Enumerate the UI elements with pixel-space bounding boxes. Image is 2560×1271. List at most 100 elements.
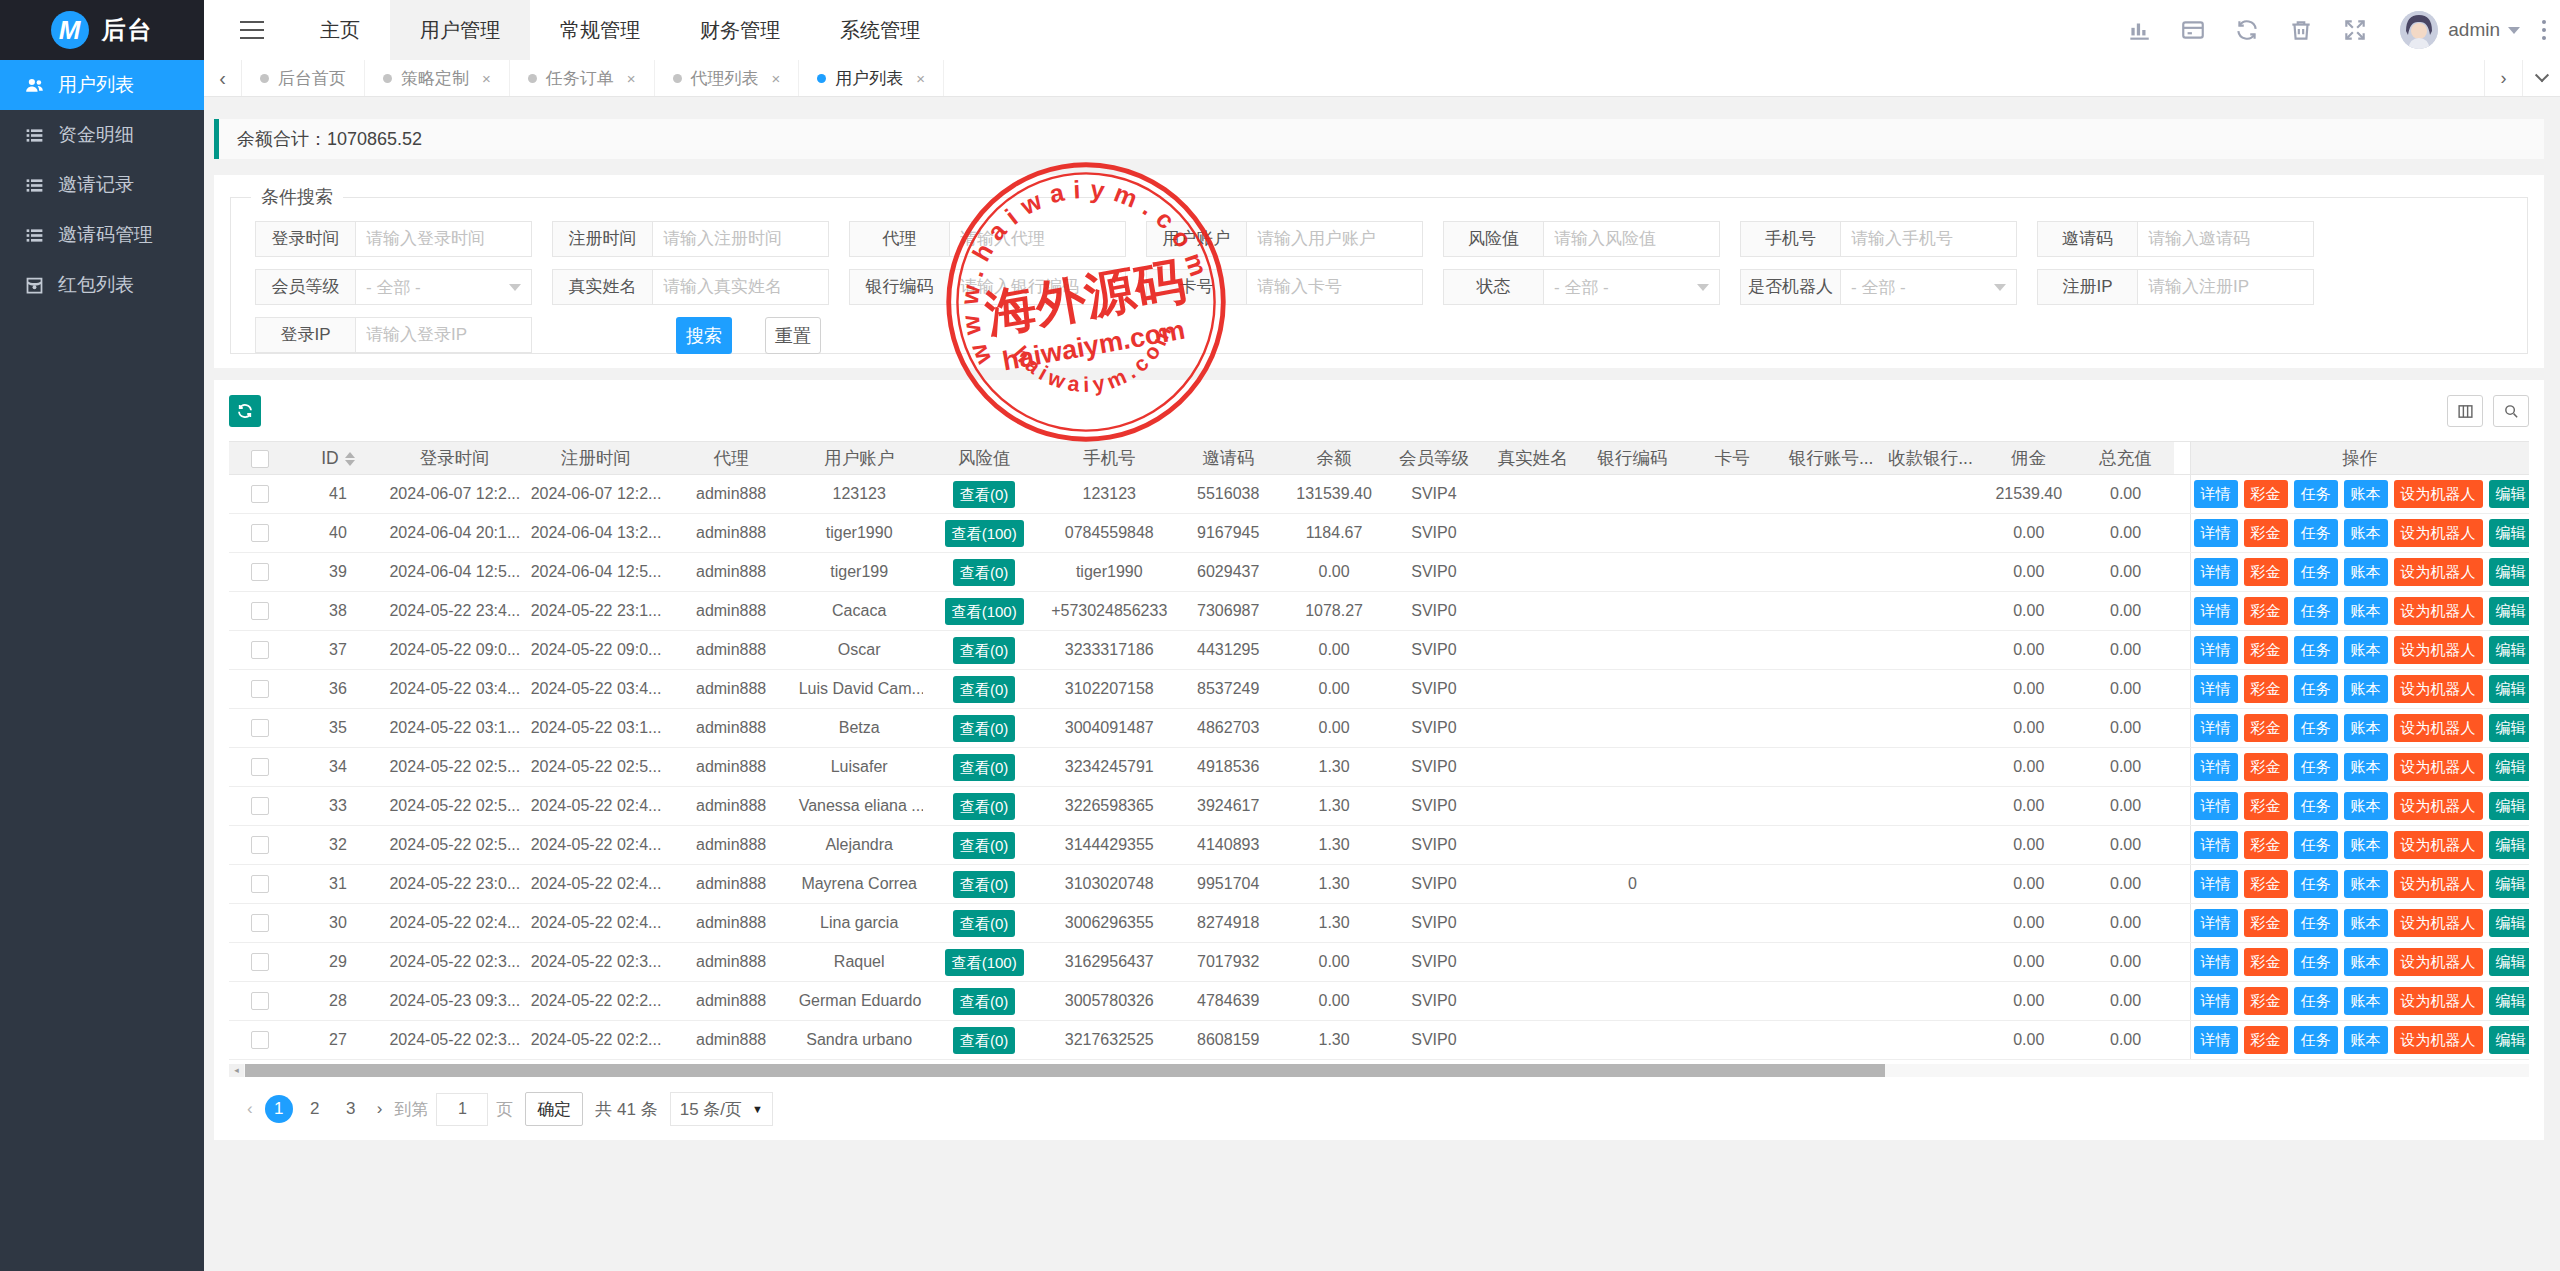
op-button-账本[interactable]: 账本: [2344, 636, 2388, 664]
row-checkbox[interactable]: [251, 797, 269, 815]
op-button-账本[interactable]: 账本: [2344, 987, 2388, 1015]
risk-view-badge[interactable]: 查看(0): [953, 676, 1015, 703]
select-all-checkbox[interactable]: [251, 450, 269, 468]
op-button-编辑[interactable]: 编辑: [2489, 948, 2529, 976]
op-button-账本[interactable]: 账本: [2344, 519, 2388, 547]
field-select-状态[interactable]: - 全部 -: [1543, 269, 1720, 305]
risk-view-badge[interactable]: 查看(0): [953, 1027, 1015, 1054]
op-button-编辑[interactable]: 编辑: [2489, 831, 2529, 859]
op-button-账本[interactable]: 账本: [2344, 480, 2388, 508]
op-button-任务[interactable]: 任务: [2294, 480, 2338, 508]
tab-menu-icon[interactable]: [2522, 60, 2560, 96]
tab-close-icon[interactable]: ×: [482, 70, 491, 87]
op-button-设为机器人[interactable]: 设为机器人: [2394, 909, 2483, 937]
op-button-详情[interactable]: 详情: [2194, 870, 2238, 898]
more-options-icon[interactable]: [2542, 20, 2546, 40]
sidebar-item-邀请码管理[interactable]: 邀请码管理: [0, 210, 204, 260]
op-button-编辑[interactable]: 编辑: [2489, 519, 2529, 547]
field-input-用户账户[interactable]: [1246, 221, 1423, 257]
topnav-item-财务管理[interactable]: 财务管理: [670, 0, 810, 60]
op-button-彩金[interactable]: 彩金: [2244, 948, 2288, 976]
op-button-详情[interactable]: 详情: [2194, 948, 2238, 976]
op-button-任务[interactable]: 任务: [2294, 519, 2338, 547]
topnav-item-系统管理[interactable]: 系统管理: [810, 0, 950, 60]
op-button-编辑[interactable]: 编辑: [2489, 675, 2529, 703]
op-button-任务[interactable]: 任务: [2294, 792, 2338, 820]
sidebar-item-资金明细[interactable]: 资金明细: [0, 110, 204, 160]
tab-scroll-right[interactable]: ›: [2484, 60, 2522, 96]
op-button-任务[interactable]: 任务: [2294, 636, 2338, 664]
chevron-down-icon[interactable]: [2508, 27, 2520, 34]
row-checkbox[interactable]: [251, 1031, 269, 1049]
columns-filter-button[interactable]: [2447, 395, 2483, 427]
op-button-设为机器人[interactable]: 设为机器人: [2394, 480, 2483, 508]
tab-scroll-left[interactable]: ‹: [204, 60, 242, 96]
op-button-详情[interactable]: 详情: [2194, 597, 2238, 625]
field-input-卡号[interactable]: [1246, 269, 1423, 305]
op-button-详情[interactable]: 详情: [2194, 675, 2238, 703]
op-button-编辑[interactable]: 编辑: [2489, 987, 2529, 1015]
op-button-详情[interactable]: 详情: [2194, 1026, 2238, 1054]
page-size-select[interactable]: 15 条/页▼: [670, 1092, 773, 1126]
op-button-设为机器人[interactable]: 设为机器人: [2394, 753, 2483, 781]
goto-page-input[interactable]: [436, 1093, 488, 1126]
op-button-账本[interactable]: 账本: [2344, 714, 2388, 742]
op-button-编辑[interactable]: 编辑: [2489, 870, 2529, 898]
op-button-设为机器人[interactable]: 设为机器人: [2394, 792, 2483, 820]
op-button-彩金[interactable]: 彩金: [2244, 597, 2288, 625]
fullscreen-icon[interactable]: [2342, 17, 2368, 43]
op-button-详情[interactable]: 详情: [2194, 480, 2238, 508]
op-button-详情[interactable]: 详情: [2194, 909, 2238, 937]
sidebar-item-红包列表[interactable]: 红包列表: [0, 260, 204, 310]
field-input-登录时间[interactable]: [355, 221, 532, 257]
avatar[interactable]: [2400, 11, 2438, 49]
op-button-彩金[interactable]: 彩金: [2244, 1026, 2288, 1054]
op-button-详情[interactable]: 详情: [2194, 987, 2238, 1015]
op-button-彩金[interactable]: 彩金: [2244, 714, 2288, 742]
op-button-设为机器人[interactable]: 设为机器人: [2394, 1026, 2483, 1054]
op-button-彩金[interactable]: 彩金: [2244, 831, 2288, 859]
op-button-设为机器人[interactable]: 设为机器人: [2394, 636, 2483, 664]
risk-view-badge[interactable]: 查看(0): [953, 715, 1015, 742]
field-select-是否机器人[interactable]: - 全部 -: [1840, 269, 2017, 305]
op-button-编辑[interactable]: 编辑: [2489, 714, 2529, 742]
admin-username[interactable]: admin: [2448, 19, 2500, 41]
row-checkbox[interactable]: [251, 875, 269, 893]
tab-任务订单[interactable]: 任务订单×: [510, 60, 655, 96]
op-button-编辑[interactable]: 编辑: [2489, 636, 2529, 664]
op-button-设为机器人[interactable]: 设为机器人: [2394, 714, 2483, 742]
risk-view-badge[interactable]: 查看(0): [953, 871, 1015, 898]
field-input-真实姓名[interactable]: [652, 269, 829, 305]
sort-asc-icon[interactable]: [345, 452, 355, 458]
op-button-详情[interactable]: 详情: [2194, 519, 2238, 547]
tab-用户列表[interactable]: 用户列表×: [799, 60, 944, 96]
sidebar-item-用户列表[interactable]: 用户列表: [0, 60, 204, 110]
op-button-编辑[interactable]: 编辑: [2489, 480, 2529, 508]
field-input-注册IP[interactable]: [2137, 269, 2314, 305]
row-checkbox[interactable]: [251, 953, 269, 971]
trash-icon[interactable]: [2288, 17, 2314, 43]
scrollbar-thumb[interactable]: [245, 1064, 1885, 1077]
sidebar-item-邀请记录[interactable]: 邀请记录: [0, 160, 204, 210]
field-input-代理[interactable]: [949, 221, 1126, 257]
op-button-任务[interactable]: 任务: [2294, 870, 2338, 898]
op-button-任务[interactable]: 任务: [2294, 831, 2338, 859]
page-number-3[interactable]: 3: [337, 1095, 365, 1123]
sort-desc-icon[interactable]: [345, 460, 355, 466]
op-button-编辑[interactable]: 编辑: [2489, 753, 2529, 781]
wallet-icon[interactable]: [2180, 17, 2206, 43]
op-button-账本[interactable]: 账本: [2344, 948, 2388, 976]
op-button-设为机器人[interactable]: 设为机器人: [2394, 831, 2483, 859]
op-button-设为机器人[interactable]: 设为机器人: [2394, 675, 2483, 703]
scroll-left-arrow[interactable]: ◂: [229, 1064, 244, 1077]
reset-button[interactable]: 重置: [765, 317, 821, 354]
field-input-登录IP[interactable]: [355, 317, 532, 353]
op-button-任务[interactable]: 任务: [2294, 597, 2338, 625]
next-page-arrow[interactable]: ›: [377, 1099, 383, 1119]
row-checkbox[interactable]: [251, 602, 269, 620]
op-button-彩金[interactable]: 彩金: [2244, 909, 2288, 937]
chart-icon[interactable]: [2126, 17, 2152, 43]
op-button-详情[interactable]: 详情: [2194, 792, 2238, 820]
op-button-账本[interactable]: 账本: [2344, 675, 2388, 703]
page-number-1[interactable]: 1: [265, 1095, 293, 1123]
